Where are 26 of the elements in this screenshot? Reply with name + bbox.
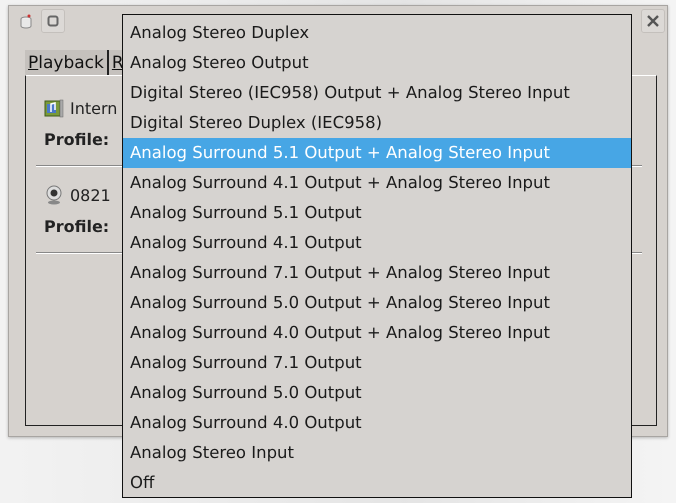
menu-item[interactable]: Analog Surround 4.0 Output + Analog Stereo Input — [123, 318, 631, 348]
app-icon[interactable] — [19, 14, 33, 30]
menu-item[interactable]: Analog Surround 4.1 Output — [123, 228, 631, 258]
menu-item[interactable]: Analog Surround 4.0 Output — [123, 408, 631, 438]
webcam-icon — [44, 185, 64, 205]
menu-item[interactable]: Analog Surround 4.1 Output + Analog Stereo Input — [123, 168, 631, 198]
restore-button[interactable] — [41, 9, 65, 33]
close-icon — [646, 14, 660, 28]
menu-item[interactable]: Analog Surround 7.1 Output + Analog Stereo Input — [123, 258, 631, 288]
menu-item[interactable]: Analog Surround 5.0 Output — [123, 378, 631, 408]
menu-item[interactable]: Analog Stereo Duplex — [123, 18, 631, 48]
menu-item[interactable]: Digital Stereo (IEC958) Output + Analog Stereo Input — [123, 78, 631, 108]
menu-item[interactable]: Digital Stereo Duplex (IEC958) — [123, 108, 631, 138]
square-icon — [47, 15, 59, 27]
device-name: Intern — [70, 98, 118, 118]
device-name: 0821 — [70, 186, 111, 204]
menu-item[interactable]: Analog Surround 7.1 Output — [123, 348, 631, 378]
menu-item[interactable]: Analog Surround 5.1 Output — [123, 198, 631, 228]
menu-item[interactable]: Analog Surround 5.0 Output + Analog Stereo Input — [123, 288, 631, 318]
sound-card-icon — [44, 98, 64, 118]
menu-item[interactable]: Off — [123, 468, 631, 498]
menu-item[interactable]: Analog Stereo Input — [123, 438, 631, 468]
profile-label: Profile: — [44, 217, 110, 236]
profile-label: Profile: — [44, 130, 110, 149]
close-button[interactable] — [641, 9, 665, 33]
tab[interactable]: Playback — [25, 50, 109, 75]
